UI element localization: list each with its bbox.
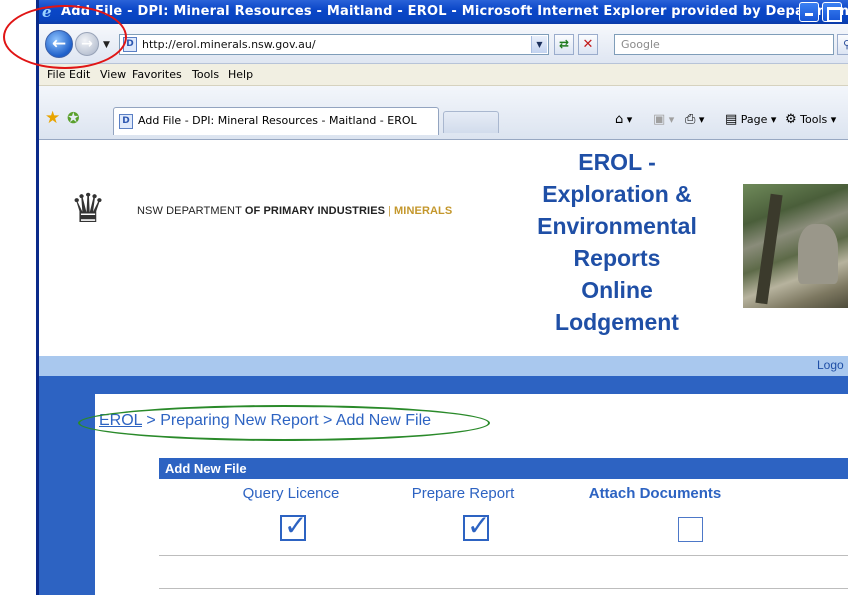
nsw-crest-icon: ♛ [70,186,106,232]
dept-name: OF PRIMARY INDUSTRIES [244,205,386,217]
divider [159,555,848,556]
page-menu-label: Page [740,113,768,126]
top-nav-bar [39,356,848,376]
department-logo-text: NSW DEPARTMENT OF PRIMARY INDUSTRIES | MIN… [137,205,452,217]
divider [159,588,848,589]
menu-tools[interactable]: Tools [192,64,219,85]
title-bar: e Add File - DPI: Mineral Resources - Ma… [39,0,848,24]
checkmark-icon: ✓ [284,509,308,542]
attach-documents-checkbox [678,517,703,542]
step-prepare-report: Prepare Report [411,485,515,502]
address-toolbar: ← → ▼ D http://erol.minerals.nsw.gov.au/… [39,24,848,64]
search-icon: ⚲ [843,38,848,51]
tools-menu-label: Tools [800,113,828,126]
prepare-report-checkbox: ✓ [463,511,490,541]
site-title-line: Exploration & [542,181,692,207]
tab-label: Add File - DPI: Mineral Resources - Mait… [138,114,417,127]
stop-icon: ✕ [582,37,594,52]
site-title-line: Lodgement [555,309,679,335]
browser-window: e Add File - DPI: Mineral Resources - Ma… [36,0,848,595]
query-licence-checkbox: ✓ [280,511,307,541]
menu-help[interactable]: Help [228,64,253,85]
annotation-circle-green [78,405,490,441]
favorites-star-icon[interactable]: ★ [45,109,60,127]
site-title-line: Reports [573,245,661,271]
web-page: ♛ NSW DEPARTMENT OF PRIMARY INDUSTRIES | M… [39,140,848,595]
minimize-button[interactable] [799,2,819,22]
dept-minerals: MINERALS [394,205,453,217]
tools-menu-button[interactable]: ⚙ Tools ▾ [785,112,836,128]
feed-icon: ▣ [653,112,666,127]
search-input[interactable]: Google [614,34,834,55]
annotation-circle-red [3,5,127,69]
logout-link[interactable]: Logo [817,358,844,372]
header-photo [743,184,848,308]
step-attach-documents: Attach Documents [588,485,722,502]
feeds-button[interactable]: ▣ ▾ [653,112,674,128]
window-title: Add File - DPI: Mineral Resources - Mait… [61,4,848,19]
dept-separator: | [388,205,392,217]
page-menu-button[interactable]: ▤ Page ▾ [725,112,776,128]
site-title-line: Environmental [537,213,697,239]
home-icon: ⌂ [615,112,624,127]
stop-button[interactable]: ✕ [578,34,598,55]
add-favorite-icon[interactable]: ✪ [67,110,80,126]
menu-view[interactable]: View [100,64,126,85]
home-button[interactable]: ⌂ ▾ [615,112,632,128]
gear-icon: ⚙ [785,112,797,127]
url-text: http://erol.minerals.nsw.gov.au/ [142,38,316,51]
refresh-icon: ⇄ [558,37,570,51]
menu-favorites[interactable]: Favorites [132,64,182,85]
menu-bar: File Edit View Favorites Tools Help [39,64,848,86]
page-icon: ▤ [725,112,738,127]
maximize-button[interactable] [822,2,842,22]
refresh-button[interactable]: ⇄ [554,34,574,55]
site-title: EROL - Exploration & Environmental Repor… [497,146,737,338]
new-tab-button[interactable] [443,111,499,133]
site-title-line: EROL - [578,149,656,175]
address-dropdown-icon[interactable]: ▼ [531,36,547,53]
checkmark-icon: ✓ [467,509,491,542]
dept-prefix: NSW DEPARTMENT [137,205,242,217]
tab-current[interactable]: D Add File - DPI: Mineral Resources - Ma… [113,107,439,135]
site-title-line: Online [581,277,653,303]
printer-icon: ⎙ [685,112,696,127]
search-button[interactable]: ⚲ [837,34,848,55]
step-query-licence: Query Licence [242,485,340,502]
address-input[interactable]: D http://erol.minerals.nsw.gov.au/ ▼ [119,34,549,55]
panel-title: Add New File [159,458,848,479]
tab-bar: ★ ✪ D Add File - DPI: Mineral Resources … [39,86,848,140]
tab-favicon-icon: D [119,114,133,129]
print-button[interactable]: ⎙ ▾ [685,112,704,128]
